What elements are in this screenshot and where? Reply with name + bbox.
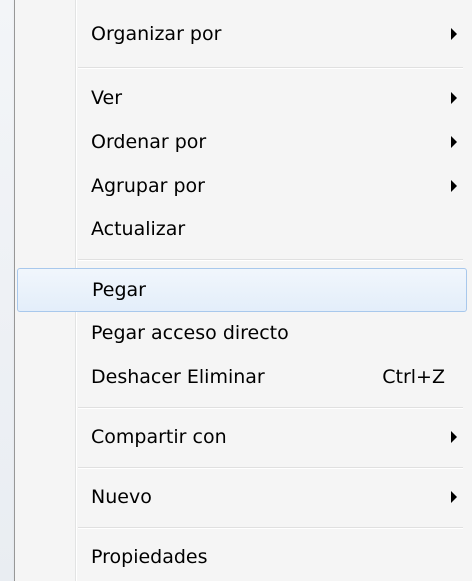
submenu-arrow-icon [451,28,457,40]
menu-separator [78,259,463,261]
menu-item-compartir-con[interactable]: Compartir con [17,415,467,459]
context-menu: Organizar por Ver Ordenar por Agrupar po… [14,0,472,581]
submenu-arrow-icon [451,180,457,192]
submenu-arrow-icon [451,491,457,503]
menu-item-label: Propiedades [91,546,208,568]
menu-item-label: Compartir con [91,426,227,448]
menu-item-label: Pegar [92,279,146,301]
menu-item-pegar[interactable]: Pegar [17,268,467,312]
menu-item-label: Deshacer Eliminar [91,366,265,388]
submenu-arrow-icon [451,92,457,104]
menu-separator [78,67,463,69]
menu-item-label: Ver [91,87,123,109]
menu-item-nuevo[interactable]: Nuevo [17,475,467,519]
menu-separator [78,407,463,409]
submenu-arrow-icon [451,431,457,443]
menu-item-pegar-acceso-directo[interactable]: Pegar acceso directo [17,311,467,355]
menu-item-agrupar-por[interactable]: Agrupar por [17,164,467,208]
menu-item-label: Actualizar [91,218,186,240]
desktop-background: Organizar por Ver Ordenar por Agrupar po… [0,0,472,581]
menu-item-actualizar[interactable]: Actualizar [17,207,467,251]
menu-item-label: Nuevo [91,486,152,508]
menu-item-propiedades[interactable]: Propiedades [17,535,467,579]
menu-item-label: Agrupar por [91,175,205,197]
menu-item-ver[interactable]: Ver [17,76,467,120]
submenu-arrow-icon [451,136,457,148]
menu-separator [78,527,463,529]
menu-item-ordenar-por[interactable]: Ordenar por [17,120,467,164]
menu-separator [78,467,463,469]
menu-item-label: Ordenar por [91,131,207,153]
menu-item-organizar-por[interactable]: Organizar por [17,12,467,56]
menu-item-deshacer-eliminar[interactable]: Deshacer Eliminar Ctrl+Z [17,355,467,399]
menu-item-shortcut: Ctrl+Z [382,366,445,388]
menu-item-label: Organizar por [91,23,222,45]
menu-item-label: Pegar acceso directo [91,322,289,344]
